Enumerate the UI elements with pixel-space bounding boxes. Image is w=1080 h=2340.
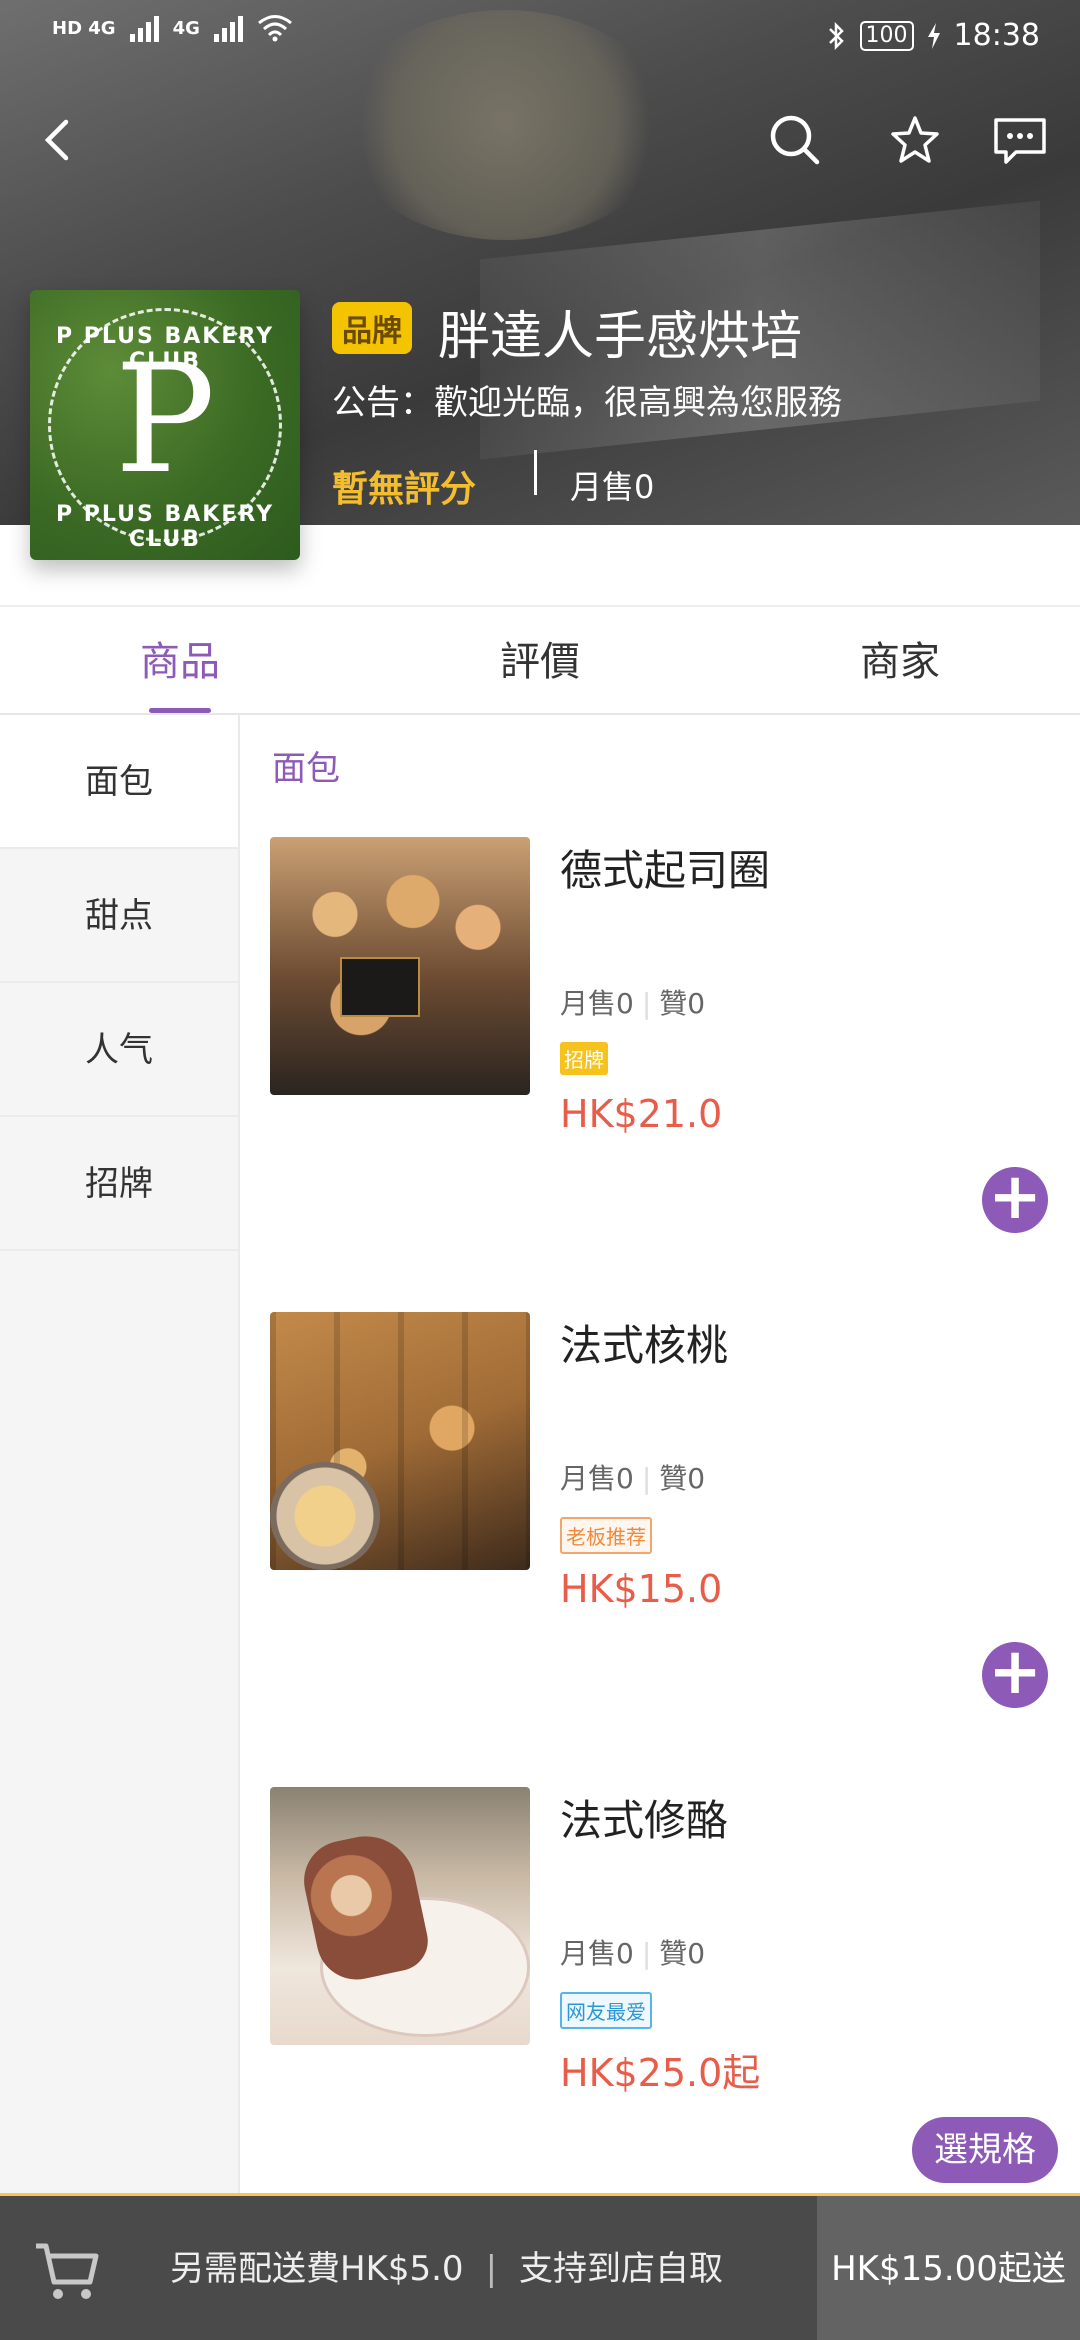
charging-icon bbox=[927, 22, 940, 49]
product-tag: 招牌 bbox=[560, 1042, 608, 1075]
cart-icon[interactable] bbox=[32, 2236, 102, 2306]
product-stats: 月售0 | 贊0 bbox=[560, 1937, 706, 1970]
section-title: 面包 bbox=[272, 749, 340, 789]
product-monthly-sales: 月售0 bbox=[560, 1462, 634, 1495]
product-tag: 老板推荐 bbox=[560, 1517, 652, 1554]
product-image[interactable] bbox=[270, 1312, 530, 1570]
favorite-star-icon[interactable] bbox=[885, 110, 945, 170]
brand-badge: 品牌 bbox=[332, 302, 412, 354]
category-dessert[interactable]: 甜点 bbox=[0, 849, 238, 983]
product-price: HK$25.0起 bbox=[560, 2051, 761, 2095]
product-name: 法式核桃 bbox=[560, 1321, 729, 1370]
product-stats: 月售0 | 贊0 bbox=[560, 1462, 706, 1495]
logo-letter: P bbox=[114, 333, 216, 507]
product-image[interactable] bbox=[270, 1787, 530, 2045]
battery-level: 100 bbox=[859, 20, 914, 51]
network-label: HD 4G bbox=[52, 17, 116, 39]
choose-spec-button[interactable]: 選規格 bbox=[912, 2117, 1058, 2183]
wifi-icon bbox=[257, 15, 292, 42]
tab-products[interactable]: 商品 bbox=[0, 607, 360, 713]
product-monthly-sales: 月售0 bbox=[560, 1937, 634, 1970]
shop-notice: 公告：歡迎光臨，很高興為您服務 bbox=[332, 383, 842, 423]
category-sidebar: 面包 甜点 人气 招牌 bbox=[0, 715, 240, 2193]
add-to-cart-button[interactable]: + bbox=[982, 1165, 1048, 1233]
product-item[interactable]: 法式核桃 月售0 | 贊0 老板推荐 HK$15.0 + bbox=[240, 1312, 1080, 1787]
pastry bbox=[296, 1827, 434, 1987]
product-list: 面包 德式起司圈 月售0 | 贊0 招牌 HK$21.0 + 法式核桃 月售0 | 贊0… bbox=[240, 715, 1080, 2193]
minimum-order-button[interactable]: HK$15.00起送 bbox=[817, 2196, 1080, 2340]
product-name: 德式起司圈 bbox=[560, 846, 771, 895]
shop-name: 胖達人手感烘培 bbox=[438, 307, 803, 367]
divider bbox=[534, 450, 537, 495]
product-price: HK$21.0 bbox=[560, 1092, 723, 1136]
product-monthly-sales: 月售0 bbox=[560, 987, 634, 1020]
clock: 18:38 bbox=[953, 18, 1040, 53]
add-to-cart-button[interactable]: + bbox=[982, 1640, 1048, 1708]
category-popular[interactable]: 人气 bbox=[0, 983, 238, 1117]
search-icon[interactable] bbox=[765, 110, 825, 170]
product-image[interactable] bbox=[270, 837, 530, 1095]
status-bar: HD 4G 4G 100 18:38 bbox=[0, 0, 1080, 70]
product-name: 法式修酪 bbox=[560, 1796, 729, 1845]
signal-icon bbox=[213, 14, 243, 42]
logo-text-bottom: P PLUS BAKERY CLUB bbox=[55, 502, 275, 552]
tab-merchant[interactable]: 商家 bbox=[720, 607, 1080, 713]
product-tag: 网友最爱 bbox=[560, 1992, 652, 2029]
status-network: HD 4G 4G bbox=[52, 14, 293, 42]
category-signature[interactable]: 招牌 bbox=[0, 1117, 238, 1251]
cart-bar: 另需配送費HK$5.0 | 支持到店自取 HK$15.00起送 bbox=[0, 2193, 1080, 2340]
category-bread[interactable]: 面包 bbox=[0, 715, 238, 849]
shop-tabs: 商品 評價 商家 bbox=[0, 605, 1080, 715]
product-price: HK$15.0 bbox=[560, 1567, 723, 1611]
product-item[interactable]: 德式起司圈 月售0 | 贊0 招牌 HK$21.0 + bbox=[240, 837, 1080, 1312]
price-sign bbox=[340, 957, 420, 1017]
network-label-2: 4G bbox=[172, 17, 200, 39]
product-likes: 贊0 bbox=[659, 1462, 706, 1495]
status-system: 100 18:38 bbox=[826, 18, 1040, 53]
signal-icon bbox=[129, 14, 159, 42]
shop-rating: 暫無評分 bbox=[332, 469, 477, 510]
shop-monthly-sales: 月售0 bbox=[570, 468, 655, 506]
product-likes: 贊0 bbox=[659, 1937, 706, 1970]
bowl bbox=[270, 1462, 380, 1570]
tab-reviews[interactable]: 評價 bbox=[360, 607, 720, 713]
delivery-info: 另需配送費HK$5.0 | 支持到店自取 bbox=[170, 2249, 724, 2289]
product-likes: 贊0 bbox=[659, 987, 706, 1020]
back-icon[interactable] bbox=[30, 110, 90, 170]
bluetooth-icon bbox=[828, 21, 844, 50]
delivery-fee: 另需配送費HK$5.0 bbox=[170, 2249, 464, 2289]
message-icon[interactable] bbox=[990, 110, 1050, 170]
product-stats: 月售0 | 贊0 bbox=[560, 987, 706, 1020]
pickup-note: 支持到店自取 bbox=[519, 2249, 724, 2289]
shop-logo: P PLUS BAKERY CLUB P P PLUS BAKERY CLUB bbox=[30, 290, 300, 560]
